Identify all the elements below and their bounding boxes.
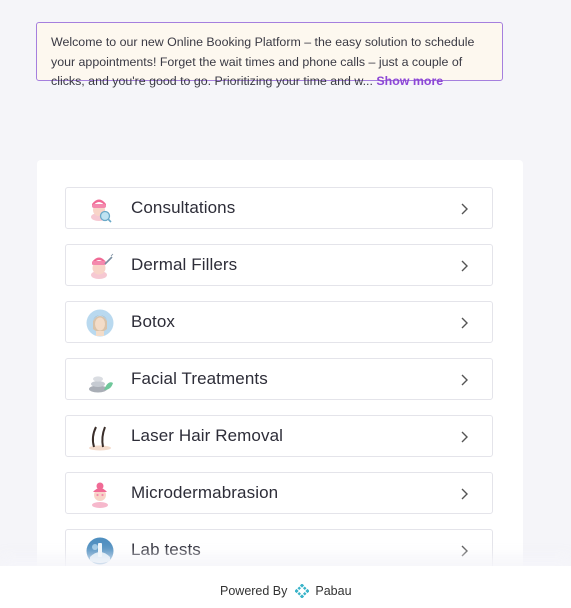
laser-hair-removal-icon — [89, 426, 111, 451]
chevron-right-icon — [461, 374, 468, 386]
category-label: Microdermabrasion — [131, 483, 279, 502]
category-label: Facial Treatments — [131, 369, 268, 388]
category-item-laser-hair-removal[interactable]: Laser Hair Removal — [65, 415, 493, 457]
chevron-right-icon — [461, 545, 468, 557]
pabau-logo-icon — [294, 584, 309, 598]
category-label: Laser Hair Removal — [131, 426, 284, 445]
microdermabrasion-icon — [92, 482, 108, 508]
chevron-right-icon — [461, 431, 468, 443]
facial-treatments-icon — [89, 376, 113, 393]
lab-tests-icon — [86, 537, 114, 565]
footer: Powered By Pabau — [0, 566, 571, 608]
category-item-microdermabrasion[interactable]: Microdermabrasion — [65, 472, 493, 514]
category-item-lab-tests[interactable]: Lab tests — [65, 529, 493, 571]
category-item-facial-treatments[interactable]: Facial Treatments — [65, 358, 493, 400]
category-label: Dermal Fillers — [131, 255, 238, 274]
pabau-brand-name[interactable]: Pabau — [315, 584, 351, 598]
chevron-right-icon — [461, 317, 468, 329]
category-item-dermal-fillers[interactable]: Dermal Fillers — [65, 244, 493, 286]
powered-by-text: Powered By — [220, 584, 288, 598]
dermal-fillers-icon — [91, 253, 114, 279]
chevron-right-icon — [461, 203, 468, 215]
category-label: Botox — [131, 312, 175, 331]
category-item-consultations[interactable]: Consultations — [65, 187, 493, 229]
category-list: Consultations Dermal Fillers Botox Facia… — [37, 160, 523, 580]
chevron-right-icon — [461, 488, 468, 500]
category-item-botox[interactable]: Botox — [65, 301, 493, 343]
category-label: Consultations — [131, 198, 236, 217]
botox-icon — [86, 309, 114, 337]
consultation-icon — [91, 199, 112, 223]
welcome-banner: Welcome to our new Online Booking Platfo… — [36, 22, 503, 88]
category-label: Lab tests — [131, 540, 201, 559]
chevron-right-icon — [461, 260, 468, 272]
show-more-link[interactable]: Show more — [376, 74, 443, 88]
